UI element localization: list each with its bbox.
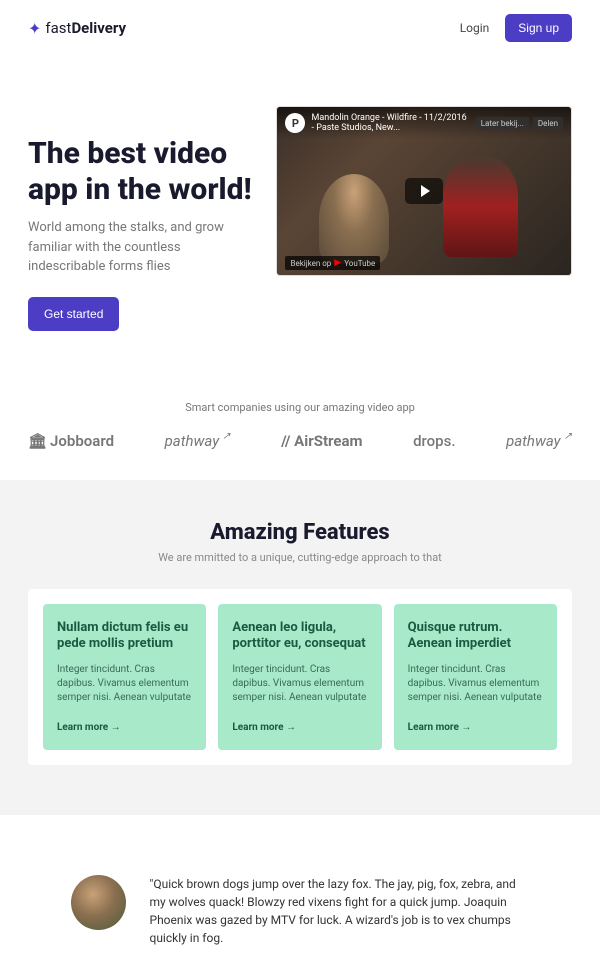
- features-section: Amazing Features We are mmitted to a uni…: [0, 480, 600, 816]
- logo-text-light: fast: [45, 19, 71, 37]
- features-title: Amazing Features: [28, 520, 572, 545]
- card-title: Nullam dictum felis eu pede mollis preti…: [57, 620, 192, 654]
- header: ✦ fastDelivery Login Sign up: [0, 0, 600, 56]
- testimonial-avatar: [71, 875, 126, 930]
- learn-more-link[interactable]: Learn more →: [232, 722, 296, 733]
- companies-section: Smart companies using our amazing video …: [0, 361, 600, 480]
- company-pathway-2: pathway: [506, 432, 572, 450]
- company-pathway: pathway: [165, 432, 231, 450]
- video-embed[interactable]: P Mandolin Orange - Wildfire - 11/2/2016…: [276, 106, 572, 276]
- video-top-bar: P Mandolin Orange - Wildfire - 11/2/2016…: [277, 107, 571, 139]
- video-footer: Bekijken op ▶ YouTube: [277, 251, 388, 275]
- bolt-icon: ✦: [28, 19, 41, 38]
- logo[interactable]: ✦ fastDelivery: [28, 19, 126, 38]
- video-title[interactable]: Mandolin Orange - Wildfire - 11/2/2016 -…: [311, 113, 469, 133]
- feature-card: Aenean leo ligula, porttitor eu, consequ…: [218, 604, 381, 751]
- company-jobboard: 🏛 Jobboard: [28, 432, 114, 450]
- features-header: Amazing Features We are mmitted to a uni…: [28, 520, 572, 564]
- play-button[interactable]: [405, 178, 443, 204]
- feature-cards-container: Nullam dictum felis eu pede mollis preti…: [28, 589, 572, 766]
- feature-card: Nullam dictum felis eu pede mollis preti…: [43, 604, 206, 751]
- watch-on-badge[interactable]: Bekijken op ▶ YouTube: [285, 256, 380, 270]
- nav-actions: Login Sign up: [460, 14, 572, 42]
- video-actions: Later bekij... Delen: [476, 117, 563, 130]
- company-logos: 🏛 Jobboard pathway // AirStream drops. p…: [28, 432, 572, 450]
- share-chip[interactable]: Delen: [533, 117, 563, 130]
- hero-content: The best video app in the world! World a…: [28, 106, 256, 331]
- get-started-button[interactable]: Get started: [28, 297, 119, 331]
- watch-later-chip[interactable]: Later bekij...: [476, 117, 529, 130]
- card-title: Quisque rutrum. Aenean imperdiet: [408, 620, 543, 654]
- logo-text-bold: Delivery: [71, 19, 126, 37]
- platform-text: YouTube: [344, 259, 375, 268]
- login-link[interactable]: Login: [460, 21, 490, 35]
- card-body: Integer tincidunt. Cras dapibus. Vivamus…: [408, 663, 543, 705]
- youtube-icon: ▶: [334, 258, 341, 268]
- learn-more-link[interactable]: Learn more →: [408, 722, 472, 733]
- signup-button[interactable]: Sign up: [505, 14, 572, 42]
- briefcase-icon: 🏛: [28, 432, 47, 450]
- company-airstream: // AirStream: [281, 432, 362, 450]
- video-person-right: [443, 157, 518, 257]
- features-subtitle: We are mmitted to a unique, cutting-edge…: [28, 551, 572, 564]
- company-drops: drops.: [413, 432, 455, 450]
- card-body: Integer tincidunt. Cras dapibus. Vivamus…: [57, 663, 192, 705]
- testimonial-section: "Quick brown dogs jump over the lazy fox…: [0, 815, 600, 967]
- feature-cards: Nullam dictum felis eu pede mollis preti…: [43, 604, 557, 751]
- learn-more-link[interactable]: Learn more →: [57, 722, 121, 733]
- play-icon: [421, 185, 430, 197]
- hero-subtitle: World among the stalks, and grow familia…: [28, 218, 256, 277]
- hero-section: The best video app in the world! World a…: [0, 56, 600, 361]
- channel-avatar[interactable]: P: [285, 113, 305, 133]
- watch-on-text: Bekijken op: [290, 259, 331, 268]
- feature-card: Quisque rutrum. Aenean imperdiet Integer…: [394, 604, 557, 751]
- testimonial-quote: "Quick brown dogs jump over the lazy fox…: [150, 875, 530, 947]
- card-body: Integer tincidunt. Cras dapibus. Vivamus…: [232, 663, 367, 705]
- companies-heading: Smart companies using our amazing video …: [28, 401, 572, 414]
- card-title: Aenean leo ligula, porttitor eu, consequ…: [232, 620, 367, 654]
- hero-title: The best video app in the world!: [28, 136, 256, 208]
